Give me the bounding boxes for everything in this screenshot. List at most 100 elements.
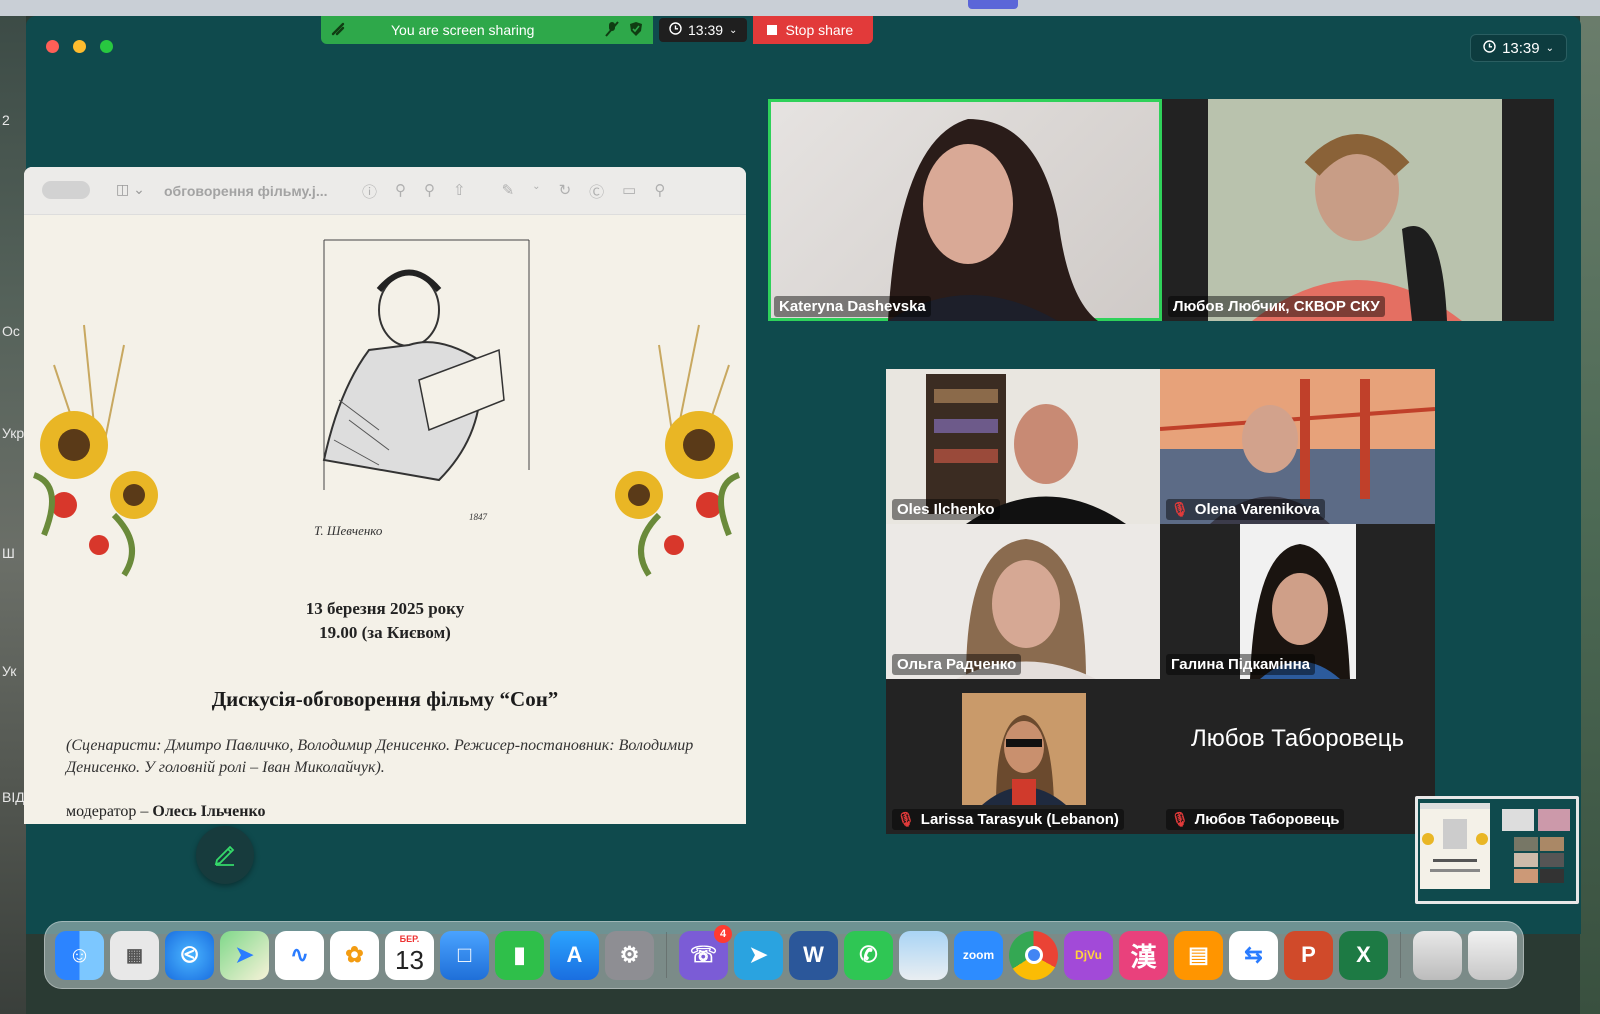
sunflower-decoration-right [615, 324, 741, 577]
preview-icon[interactable] [899, 930, 948, 980]
drag-handle-icon[interactable] [331, 22, 345, 39]
moderator-line: модератор – Олесь Ільченко [66, 803, 265, 821]
participant-tile[interactable]: Галина Підкамінна [1160, 524, 1435, 679]
rotate-icon[interactable]: ↻ [559, 181, 572, 202]
launchpad-icon[interactable]: ▦ [110, 930, 159, 980]
keynote-icon[interactable]: □ [440, 930, 489, 980]
excel-icon-label: X [1356, 942, 1371, 967]
markup-pen-icon[interactable]: ✎ [502, 181, 515, 202]
safari-icon[interactable]: ⧀ [165, 930, 214, 980]
info-icon[interactable]: ⓘ [362, 181, 377, 202]
muted-microphone-icon: 🎙︎ [1171, 501, 1189, 517]
dictionary-icon[interactable]: 漢 [1119, 930, 1168, 980]
desktop-background-left: 2 Ос Укр Ш Ук ВІД [0, 0, 26, 1014]
document-page: Т. Шевченко 1847 13 березня 2025 року 19… [24, 215, 746, 824]
chevron-down-icon: ⌄ [729, 24, 738, 36]
stop-square-icon [767, 25, 778, 35]
calendar-icon[interactable]: БЕР. 13 [385, 930, 434, 980]
excel-icon[interactable]: X [1339, 930, 1388, 980]
self-view-preview [1420, 803, 1570, 889]
participant-tile-active-speaker[interactable]: Kateryna Dashevska [768, 99, 1162, 321]
security-shield-icon[interactable] [629, 21, 643, 40]
event-date: 13 березня 2025 року [305, 599, 465, 618]
numbers-icon[interactable]: ▮ [495, 930, 544, 980]
preview-view-toggle[interactable] [42, 181, 90, 199]
participant-name-text: Ольга Радченко [897, 656, 1017, 673]
participant-tile[interactable]: Oles Ilchenko [886, 369, 1160, 524]
portrait-signature: Т. Шевченко [314, 523, 383, 538]
participant-display-name: Любов Таборовець [1190, 725, 1405, 752]
desktop-text-fragment: ВІД [2, 789, 25, 805]
app-store-icon[interactable]: A [550, 930, 599, 980]
stop-share-button[interactable]: Stop share [753, 16, 874, 44]
annotate-button[interactable] [196, 826, 254, 884]
moderator-name: Олесь Ільченко [152, 803, 266, 820]
annotate-icon[interactable]: Ⓒ [589, 181, 604, 202]
whatsapp-icon[interactable]: ✆ [844, 930, 893, 980]
powerpoint-icon[interactable]: P [1284, 930, 1333, 980]
freeform-icon[interactable]: ∿ [275, 930, 324, 980]
menu-bar [0, 0, 1600, 16]
chevron-down-icon: ⌄ [1545, 42, 1554, 54]
participant-name-text: Oles Ilchenko [897, 501, 995, 518]
muted-microphone-icon[interactable] [605, 20, 619, 40]
fullscreen-window-button[interactable] [100, 40, 113, 53]
meeting-timer[interactable]: 13:39 ⌄ [659, 18, 748, 42]
participant-video [1208, 99, 1502, 321]
trash-icon[interactable] [1468, 930, 1517, 980]
participant-tile[interactable]: Ольга Радченко [886, 524, 1160, 679]
chevron-down-icon[interactable]: ⌄ [532, 181, 540, 202]
participant-name-text: Любов Таборовець [1194, 811, 1340, 828]
chrome-icon[interactable] [1009, 930, 1058, 980]
muted-microphone-icon: 🎙︎ [1171, 811, 1189, 827]
corner-meeting-timer[interactable]: 13:39 ⌄ [1470, 34, 1567, 62]
dock-separator [666, 932, 667, 978]
telegram-icon[interactable]: ➤ [734, 930, 783, 980]
participant-name: Любов Любчик, СКВОР СКУ [1168, 296, 1385, 317]
macos-dock: ☺ ▦ ⧀ ➤ ∿ ✿ БЕР. 13 □ ▮ A ⚙ ☏ 4 ➤ W ✆ zoo… [44, 921, 1524, 989]
participant-name: Галина Підкамінна [1166, 654, 1316, 675]
search-icon[interactable]: ⚲ [654, 181, 665, 202]
participant-name: Oles Ilchenko [892, 499, 1000, 520]
viber-icon[interactable]: ☏ 4 [679, 924, 732, 980]
maps-icon[interactable]: ➤ [220, 930, 269, 980]
participant-name-text: Larissa Tarasyuk (Lebanon) [920, 811, 1119, 828]
share-icon[interactable]: ⇧ [453, 181, 466, 202]
word-icon[interactable]: W [789, 930, 838, 980]
zoom-icon-label: zoom [962, 948, 995, 962]
participant-tile[interactable]: 🎙︎ Larissa Tarasyuk (Lebanon) [886, 679, 1160, 834]
moderator-prefix: модератор – [66, 803, 153, 820]
sign-icon[interactable]: ▭ [622, 181, 636, 202]
muted-microphone-icon: 🎙︎ [897, 811, 915, 827]
sharing-status-pill[interactable]: You are screen sharing [321, 16, 653, 44]
finder-icon[interactable]: ☺ [55, 930, 104, 980]
word-icon-label: W [803, 942, 824, 967]
zoom-out-icon[interactable]: ⚲ [395, 181, 406, 202]
photos-icon[interactable]: ✿ [330, 930, 379, 980]
remote-desktop-icon[interactable]: ⇆ [1229, 930, 1278, 980]
participant-tile[interactable]: Любов Любчик, СКВОР СКУ [1162, 99, 1554, 321]
participant-name: 🎙︎ Любов Таборовець [1166, 809, 1345, 830]
zoom-icon[interactable]: zoom [954, 930, 1003, 980]
self-view-thumbnail[interactable] [1415, 796, 1579, 904]
meeting-timer-value: 13:39 [688, 22, 724, 38]
djvu-icon[interactable]: DjVu [1064, 930, 1113, 980]
dock-separator [1400, 932, 1401, 978]
document-title[interactable]: обговорення фільму.j... [164, 183, 328, 199]
minimize-window-button[interactable] [73, 40, 86, 53]
participant-tile[interactable]: 🎙︎ Olena Varenikova [1160, 369, 1435, 524]
desktop-text-fragment: Ш [2, 545, 15, 561]
participant-tile-no-video[interactable]: Любов Таборовець 🎙︎ Любов Таборовець [1160, 679, 1435, 834]
menu-bar-active-item[interactable] [968, 0, 1018, 9]
powerpoint-icon-label: P [1301, 942, 1316, 967]
sidebar-toggle-icon[interactable]: ◫ ⌄ [116, 181, 145, 198]
books-icon[interactable]: ▤ [1174, 930, 1223, 980]
film-credits: (Сценаристи: Дмитро Павличко, Володимир … [66, 737, 694, 776]
close-window-button[interactable] [46, 40, 59, 53]
document-stack-icon[interactable] [1413, 930, 1462, 980]
system-settings-icon[interactable]: ⚙ [605, 930, 654, 980]
event-heading: Дискусія-обговорення фільму “Сон” [211, 687, 559, 711]
pencil-icon [212, 840, 238, 871]
screen-share-bar: You are screen sharing 13:39 ⌄ Stop shar… [321, 16, 874, 44]
zoom-in-icon[interactable]: ⚲ [424, 181, 435, 202]
